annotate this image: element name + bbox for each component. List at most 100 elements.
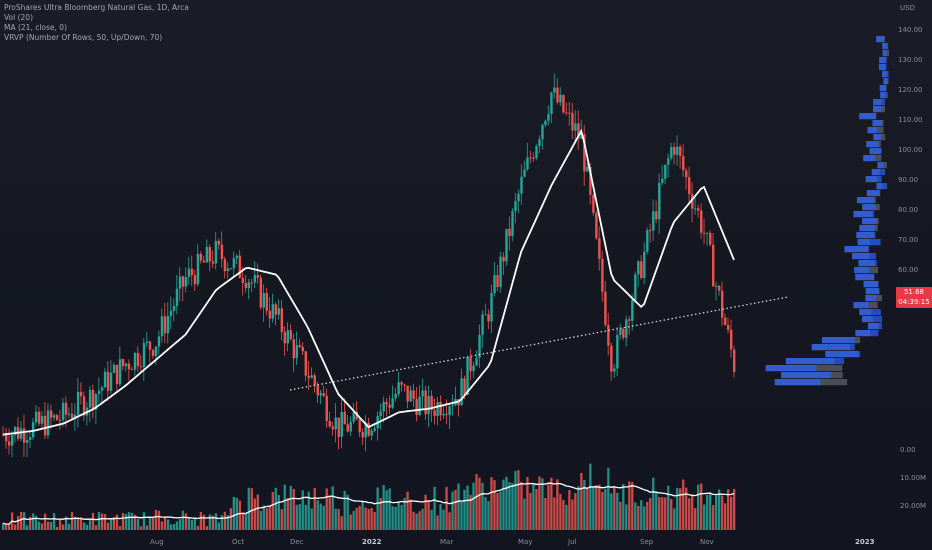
- candle-body: [241, 277, 245, 284]
- price-tick-label: 90.00: [898, 176, 918, 184]
- volume-bar: [667, 485, 670, 530]
- volume-bar: [340, 516, 343, 530]
- volume-bar: [637, 505, 640, 530]
- candle-body: [349, 421, 352, 432]
- volume-bar: [640, 500, 643, 530]
- volume-profile-row-up: [879, 57, 887, 64]
- candle-body: [127, 363, 131, 370]
- volume-bar: [520, 482, 523, 530]
- volume-profile-row-up: [879, 85, 887, 92]
- volume-bar: [577, 486, 580, 530]
- candle-body: [655, 211, 658, 220]
- volume-bar: [370, 508, 373, 530]
- volume-bar: [721, 495, 724, 530]
- volume-bar: [532, 483, 535, 530]
- volume-bar: [304, 504, 307, 530]
- volume-bar: [700, 483, 703, 530]
- month-label: Oct: [232, 538, 244, 546]
- volume-bar: [244, 513, 247, 530]
- price-tick-label: 70.00: [898, 236, 918, 244]
- volume-bar: [514, 471, 517, 530]
- candle-body: [106, 371, 110, 391]
- month-label: Sep: [640, 538, 654, 546]
- candle-body: [607, 324, 610, 346]
- candle-body: [133, 353, 137, 370]
- volume-bar: [601, 491, 604, 530]
- volume-bar: [442, 509, 445, 530]
- candle-body: [460, 378, 463, 406]
- currency-label: USD: [900, 4, 915, 12]
- candle-body: [19, 428, 23, 439]
- candle-body: [523, 169, 526, 177]
- volume-profile-row-up: [865, 295, 877, 302]
- volume-bar: [334, 508, 337, 530]
- volume-bar: [250, 488, 253, 530]
- candle-body: [505, 228, 508, 262]
- volume-bar: [127, 512, 131, 530]
- candle-body: [136, 353, 140, 367]
- volume-bar: [100, 513, 104, 530]
- volume-bar: [337, 509, 340, 530]
- volume-profile-row-up: [873, 99, 885, 106]
- candle-body: [193, 275, 197, 285]
- candle-body: [172, 305, 176, 311]
- candle-body: [367, 422, 370, 436]
- candle-body: [79, 391, 83, 397]
- volume-bar: [103, 514, 107, 530]
- volume-bar: [142, 512, 146, 530]
- candle-body: [184, 276, 188, 287]
- candle-body: [490, 293, 493, 322]
- candle-body: [436, 401, 439, 416]
- volume-bar: [43, 513, 47, 530]
- candle-body: [124, 363, 128, 367]
- candle-body: [229, 268, 233, 270]
- volume-bar: [268, 506, 271, 530]
- candle-body: [52, 415, 56, 418]
- candle-body: [679, 146, 682, 156]
- candle-body: [43, 415, 47, 436]
- candle-body: [169, 310, 173, 316]
- volume-profile-row-up: [853, 302, 869, 309]
- candle-body: [712, 244, 715, 287]
- candle-body: [619, 328, 622, 336]
- volume-bar: [484, 497, 487, 530]
- candle-body: [322, 393, 325, 396]
- volume-profile-row-up: [863, 281, 879, 288]
- candle-body: [4, 434, 8, 442]
- volume-profile-row-up: [882, 50, 887, 57]
- candle-body: [250, 282, 254, 284]
- volume-bar: [406, 491, 409, 530]
- month-label: Aug: [150, 538, 164, 546]
- candle-body: [217, 240, 221, 245]
- candle-body: [235, 255, 239, 259]
- volume-bar: [604, 488, 607, 530]
- candle-body: [688, 177, 691, 195]
- candle-body: [466, 356, 469, 395]
- volume-bar: [418, 511, 421, 530]
- volume-bar: [166, 519, 170, 530]
- candle-body: [733, 349, 736, 372]
- volume-bar: [589, 463, 592, 530]
- volume-bar: [559, 494, 562, 530]
- candle-body: [652, 211, 655, 231]
- volume-bar: [322, 505, 325, 530]
- candle-body: [157, 336, 161, 347]
- volume-profile-row-up: [872, 106, 881, 113]
- volume-profile-row-up: [862, 218, 877, 225]
- volume-profile-row-up: [862, 204, 876, 211]
- volume-bar: [130, 512, 134, 530]
- price-tick-label: 80.00: [898, 206, 918, 214]
- volume-profile-row-up: [859, 309, 881, 316]
- volume-profile-row-up: [822, 337, 855, 344]
- volume-bar: [694, 508, 697, 530]
- candle-body: [385, 401, 388, 405]
- volume-bar: [85, 524, 89, 530]
- volume-bar: [568, 490, 571, 530]
- candle-body: [598, 238, 601, 259]
- candle-body: [604, 291, 607, 325]
- candle-body: [292, 339, 295, 359]
- volume-bar: [274, 487, 277, 530]
- volume-bar: [706, 494, 709, 530]
- candle-body: [361, 432, 364, 438]
- candle-body: [703, 232, 706, 234]
